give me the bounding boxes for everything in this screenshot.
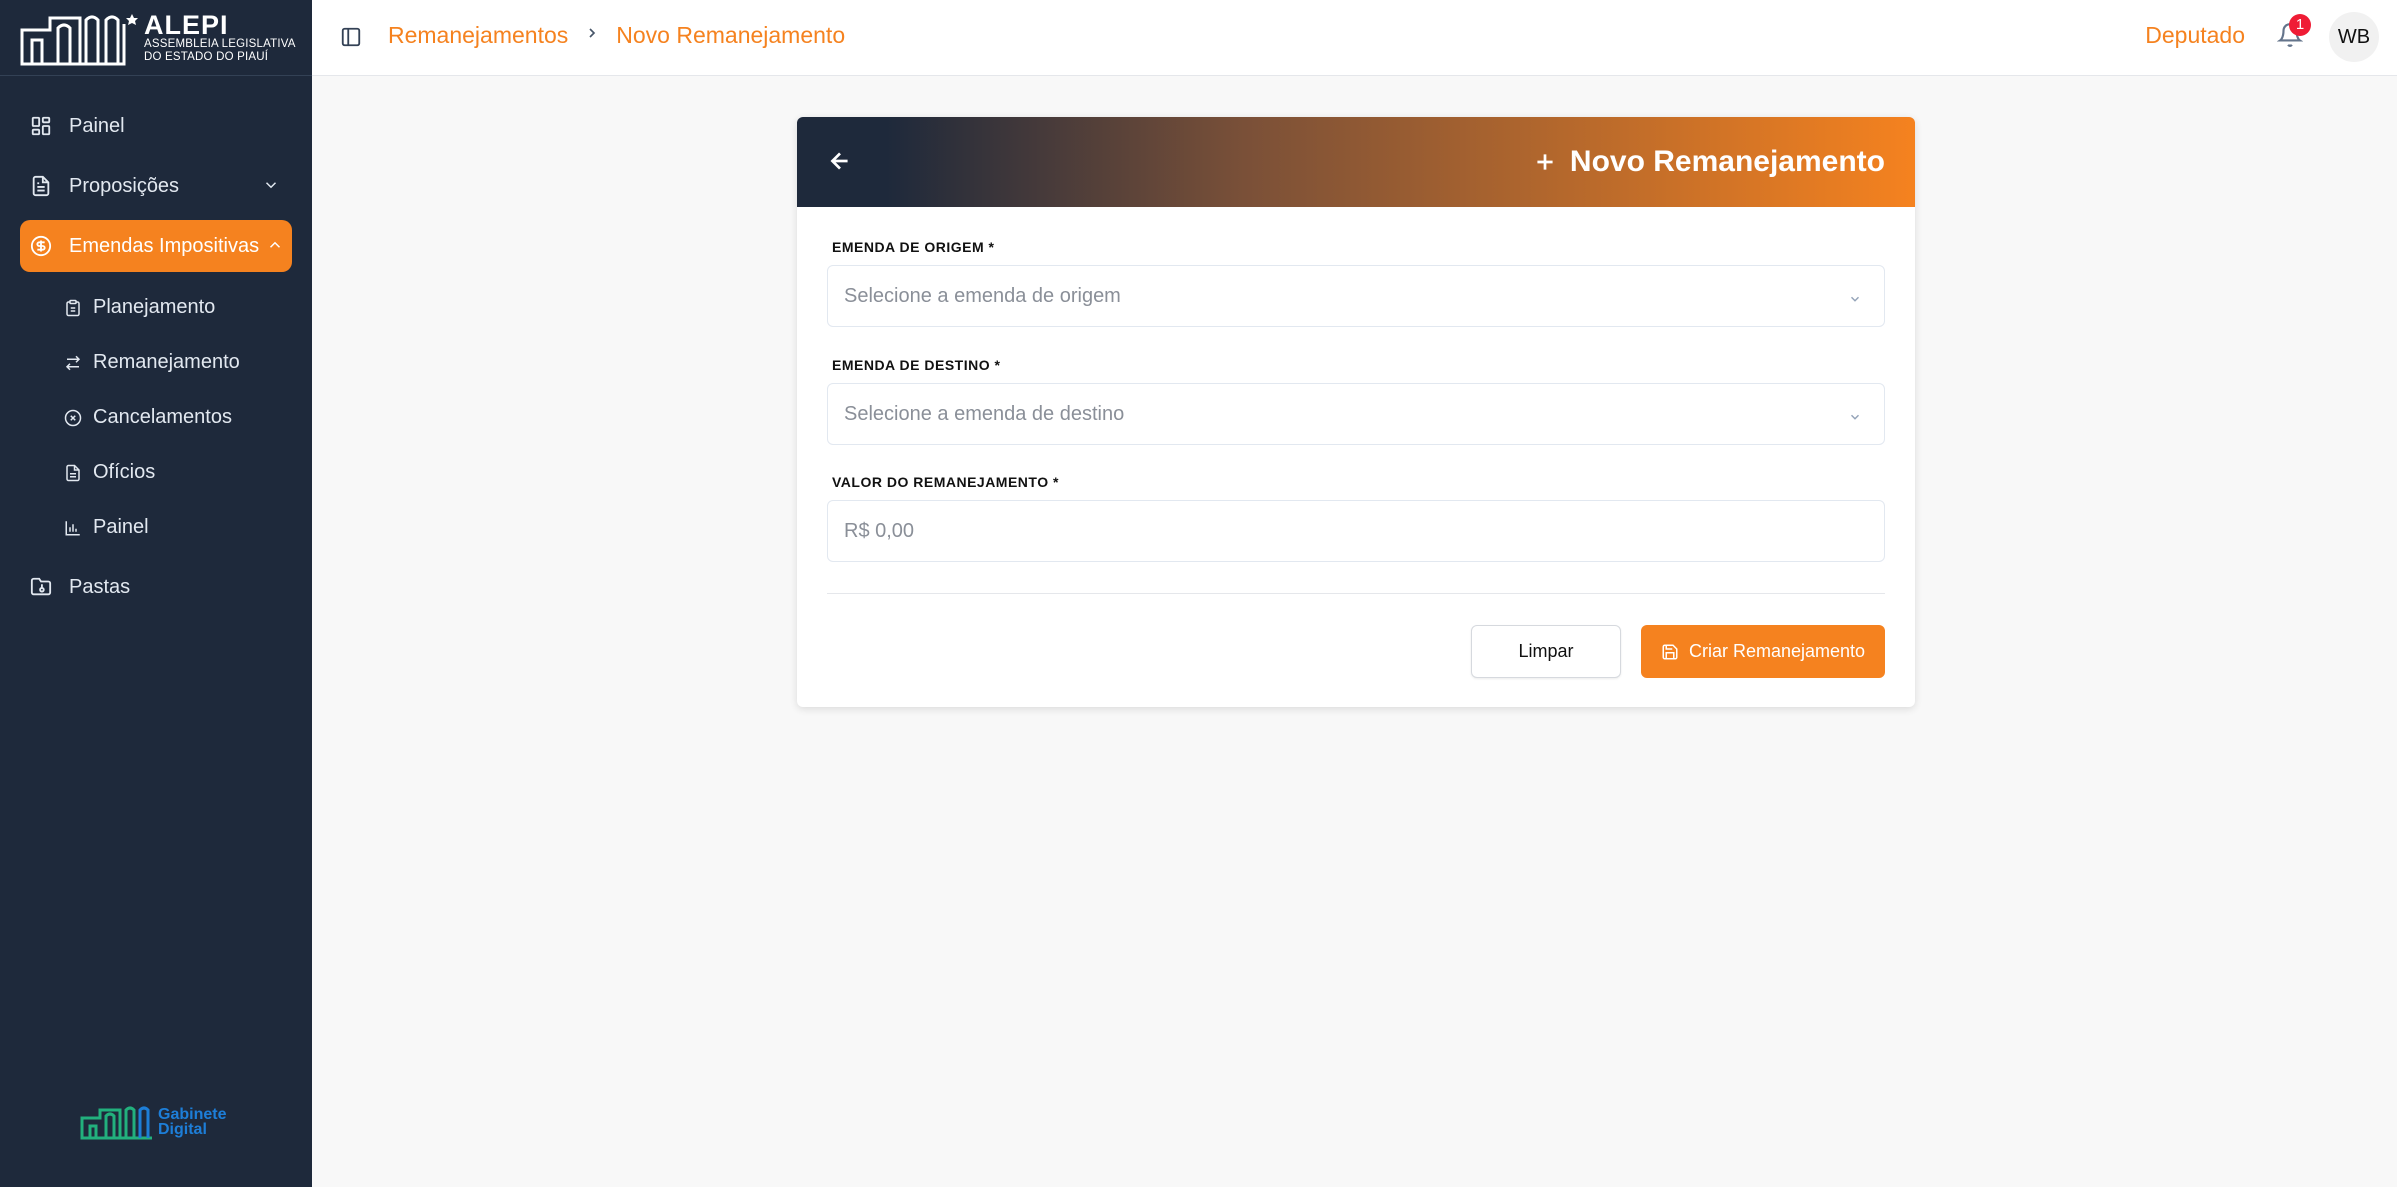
chevron-down-icon: [1850, 296, 1860, 302]
panel-left-icon: [341, 27, 361, 47]
sidebar-subitem-label: Remanejamento: [93, 351, 240, 373]
sidebar-item-label: Painel: [69, 114, 125, 137]
logo-subtitle-1: ASSEMBLEIA LEGISLATIVA: [144, 38, 296, 50]
sidebar-item-pastas[interactable]: Pastas: [20, 561, 292, 613]
create-remanejamento-button[interactable]: Criar Remanejamento: [1641, 625, 1885, 678]
gabinete-digital-logo: Gabinete Digital: [80, 1104, 226, 1140]
sidebar-subitem-label: Ofícios: [93, 461, 156, 483]
sidebar-nav: Painel Proposições Emendas Impositivas P…: [20, 100, 292, 621]
sidebar-toggle-button[interactable]: [340, 26, 362, 53]
value-label: VALOR DO REMANEJAMENTO *: [832, 474, 1059, 490]
value-placeholder: R$ 0,00: [844, 519, 915, 542]
sidebar-item-label: Proposições: [69, 174, 180, 197]
gabinete-digital-text: Gabinete Digital: [158, 1106, 227, 1138]
destination-placeholder: Selecione a emenda de destino: [844, 402, 1125, 425]
sidebar: ALEPI ASSEMBLEIA LEGISLATIVA DO ESTADO D…: [0, 0, 312, 1187]
swap-icon: [64, 354, 82, 372]
clipboard-icon: [64, 299, 82, 317]
save-icon: [1661, 643, 1679, 661]
sidebar-item-label: Pastas: [69, 575, 131, 598]
breadcrumb-remanejamentos[interactable]: Remanejamentos: [388, 22, 568, 49]
new-remanejamento-card: Novo Remanejamento EMENDA DE ORIGEM * Se…: [797, 117, 1915, 707]
sidebar-subitem-cancelamentos[interactable]: Cancelamentos: [64, 390, 292, 445]
value-field: VALOR DO REMANEJAMENTO * R$ 0,00: [827, 474, 1885, 562]
sidebar-subitem-oficios[interactable]: Ofícios: [64, 445, 292, 500]
breadcrumb-current: Novo Remanejamento: [616, 22, 846, 48]
notifications-button[interactable]: 1: [2276, 14, 2311, 50]
gd-line-2: Digital: [158, 1121, 207, 1138]
gabinete-digital-logo-icon: [80, 1106, 152, 1140]
gd-line-1: Gabinete: [158, 1106, 227, 1123]
clear-button[interactable]: Limpar: [1471, 625, 1621, 678]
sidebar-item-emendas-impositivas[interactable]: Emendas Impositivas: [20, 220, 292, 272]
sidebar-subitem-remanejamento[interactable]: Remanejamento: [64, 335, 292, 390]
chevron-down-icon: [265, 182, 277, 189]
cancel-circle-icon: [64, 409, 82, 427]
alepi-logo[interactable]: ALEPI ASSEMBLEIA LEGISLATIVA DO ESTADO D…: [20, 8, 296, 68]
sidebar-subitem-label: Cancelamentos: [93, 406, 232, 428]
value-input[interactable]: R$ 0,00: [827, 500, 1885, 562]
sidebar-item-painel[interactable]: Painel: [20, 100, 292, 152]
notification-badge: 1: [2289, 14, 2311, 36]
card-header: Novo Remanejamento: [797, 117, 1915, 207]
origin-field: EMENDA DE ORIGEM * Selecione a emenda de…: [827, 239, 1885, 327]
bar-chart-icon: [64, 519, 82, 537]
destination-select[interactable]: Selecione a emenda de destino: [827, 383, 1885, 445]
card-title-text: Novo Remanejamento: [1569, 145, 1885, 178]
origin-label: EMENDA DE ORIGEM *: [832, 239, 995, 255]
chevron-right-icon: [584, 24, 600, 47]
sidebar-subitem-label: Planejamento: [93, 296, 216, 318]
top-header: Remanejamentos Novo Remanejamento Deputa…: [312, 0, 2397, 76]
logo-subtitle-2: DO ESTADO DO PIAUÍ: [144, 51, 269, 63]
logo-text: ALEPI ASSEMBLEIA LEGISLATIVA DO ESTADO D…: [144, 12, 296, 64]
card-title: Novo Remanejamento: [1532, 145, 1885, 179]
sidebar-subitem-planejamento[interactable]: Planejamento: [64, 280, 292, 335]
avatar[interactable]: WB: [2329, 12, 2379, 62]
sidebar-item-proposicoes[interactable]: Proposições: [20, 160, 292, 212]
sidebar-item-label: Emendas Impositivas: [69, 234, 260, 257]
user-role: Deputado: [2145, 22, 2245, 48]
sidebar-subitem-label: Painel: [93, 516, 149, 538]
create-button-label: Criar Remanejamento: [1688, 641, 1866, 661]
sidebar-subitem-painel[interactable]: Painel: [64, 500, 292, 555]
emendas-submenu: Planejamento Remanejamento Cancelamentos…: [64, 280, 292, 555]
destination-field: EMENDA DE DESTINO * Selecione a emenda d…: [827, 357, 1885, 445]
chevron-up-icon: [269, 241, 281, 248]
logo-divider: [0, 75, 312, 76]
document-icon: [30, 175, 52, 197]
origin-placeholder: Selecione a emenda de origem: [844, 284, 1121, 307]
destination-label: EMENDA DE DESTINO *: [832, 357, 1001, 373]
file-icon: [64, 464, 82, 482]
form-divider: [827, 593, 1885, 594]
folder-icon: [30, 576, 52, 598]
origin-select[interactable]: Selecione a emenda de origem: [827, 265, 1885, 327]
back-button[interactable]: [827, 148, 853, 179]
alepi-logo-icon: [20, 14, 138, 66]
breadcrumb: Remanejamentos Novo Remanejamento: [388, 22, 845, 49]
dollar-icon: [30, 235, 52, 257]
chevron-down-icon: [1850, 414, 1860, 420]
logo-name: ALEPI: [144, 10, 229, 40]
arrow-left-icon: [830, 152, 848, 170]
dashboard-icon: [30, 115, 52, 137]
plus-icon: [1532, 149, 1558, 175]
